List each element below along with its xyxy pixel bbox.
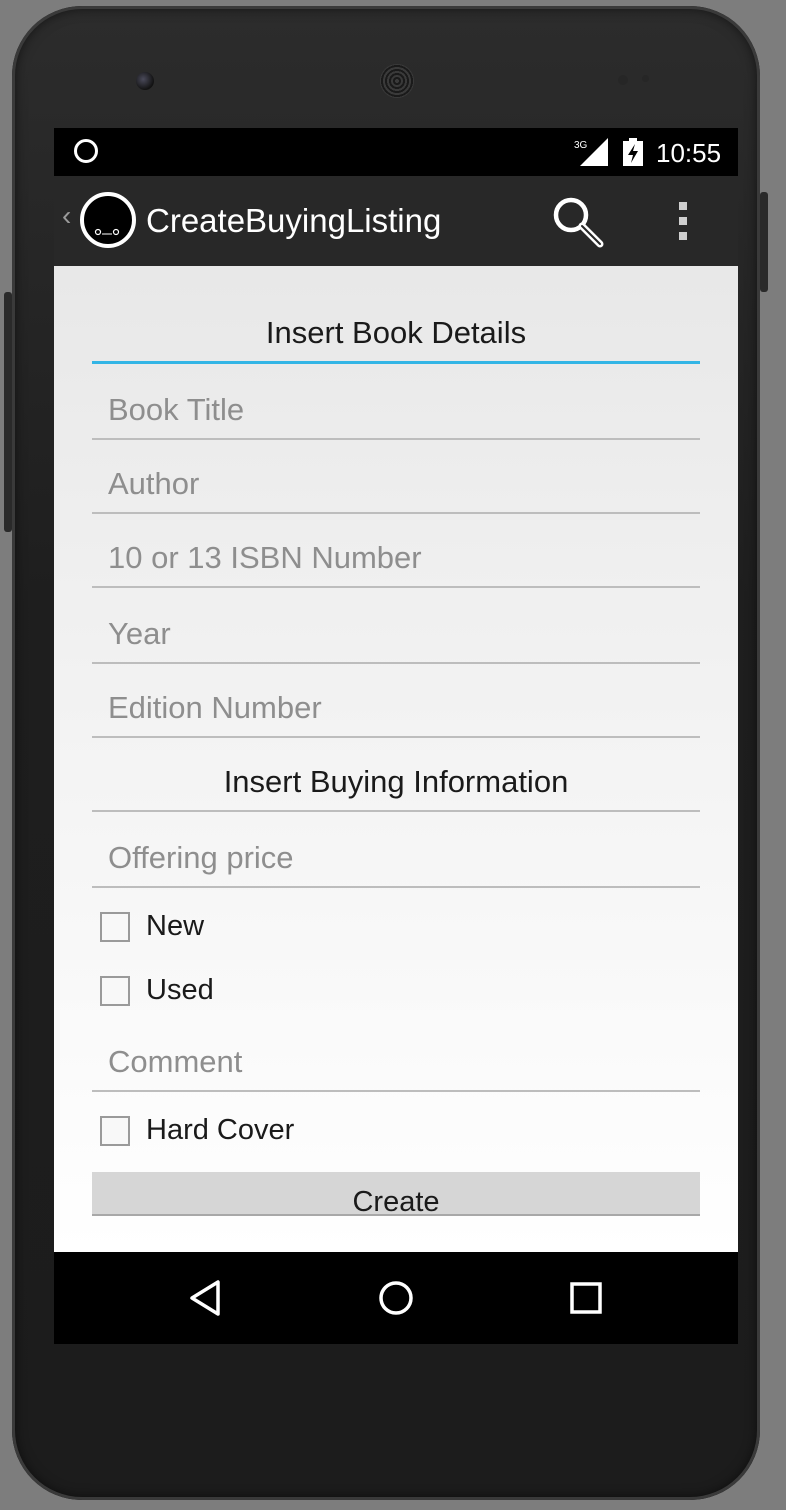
used-checkbox[interactable]: [100, 976, 130, 1006]
new-checkbox[interactable]: [100, 912, 130, 942]
action-bar: ‹ CreateBuyingListing: [54, 176, 738, 266]
hard-cover-checkbox[interactable]: [100, 1116, 130, 1146]
book-title-placeholder: Book Title: [108, 392, 245, 427]
recents-square-icon[interactable]: [566, 1278, 606, 1318]
system-nav-bar: [54, 1252, 738, 1344]
hard-cover-checkbox-label: Hard Cover: [146, 1114, 295, 1146]
app-logo-glyph: [94, 228, 120, 236]
app-icon[interactable]: [80, 192, 136, 248]
buying-info-heading: Insert Buying Information: [223, 764, 569, 799]
form-content: Insert Book Details Book Title Author 10…: [54, 266, 738, 1252]
overflow-menu-icon[interactable]: [668, 196, 698, 246]
used-checkbox-label: Used: [146, 974, 214, 1006]
book-details-heading-field[interactable]: Insert Book Details: [92, 304, 700, 364]
search-icon[interactable]: [548, 192, 608, 252]
create-button-label: Create: [352, 1186, 440, 1216]
edition-number-placeholder: Edition Number: [108, 690, 322, 725]
back-chevron-icon[interactable]: ‹: [62, 200, 71, 232]
year-placeholder: Year: [108, 616, 171, 651]
isbn-placeholder: 10 or 13 ISBN Number: [108, 540, 422, 575]
book-details-heading: Insert Book Details: [265, 315, 527, 350]
network-type-label: 3G: [574, 140, 588, 151]
home-circle-icon[interactable]: [376, 1278, 416, 1318]
buying-info-heading-field[interactable]: Insert Buying Information: [92, 752, 700, 812]
offering-price-placeholder: Offering price: [108, 840, 294, 875]
signal-3g-icon: 3G: [574, 138, 608, 166]
power-button: [760, 192, 768, 292]
volume-button: [4, 292, 12, 532]
notification-icon: [74, 139, 98, 163]
new-checkbox-label: New: [146, 910, 205, 942]
phone-frame: 3G 10:55 ‹ CreateBuyingListing Insert Bo…: [4, 6, 768, 1500]
battery-icon: [623, 138, 643, 166]
front-camera: [136, 72, 154, 90]
proximity-sensor: [618, 75, 628, 85]
light-sensor: [642, 75, 649, 82]
status-time: 10:55: [656, 138, 722, 168]
earpiece-speaker: [380, 64, 414, 98]
author-field[interactable]: Author: [92, 454, 700, 514]
page-title: CreateBuyingListing: [146, 202, 442, 239]
year-field[interactable]: Year: [92, 604, 700, 664]
offering-price-field[interactable]: Offering price: [92, 828, 700, 888]
comment-field[interactable]: Comment: [92, 1032, 700, 1092]
comment-placeholder: Comment: [108, 1044, 243, 1079]
screen: 3G 10:55 ‹ CreateBuyingListing Insert Bo…: [54, 128, 738, 1344]
status-bar: 3G 10:55: [54, 128, 738, 176]
author-placeholder: Author: [108, 466, 200, 501]
isbn-field[interactable]: 10 or 13 ISBN Number: [92, 528, 700, 588]
back-triangle-icon[interactable]: [186, 1278, 226, 1318]
book-title-field[interactable]: Book Title: [92, 380, 700, 440]
create-button[interactable]: Create: [92, 1172, 700, 1216]
edition-number-field[interactable]: Edition Number: [92, 678, 700, 738]
